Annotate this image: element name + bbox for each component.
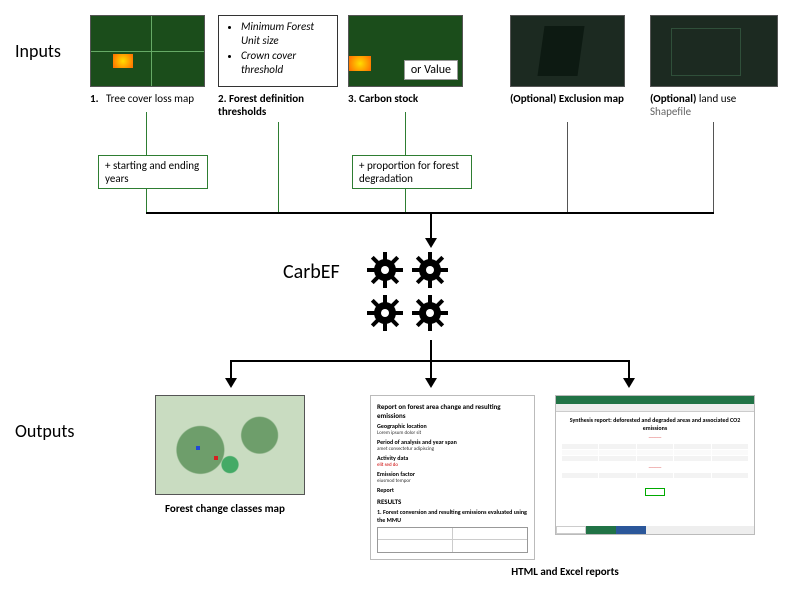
rpt-results: RESULTS xyxy=(377,497,528,506)
out-v-right xyxy=(628,360,630,380)
input-caption-5: (Optional) land use Shapefile xyxy=(650,92,780,118)
rpt-s3: Activity data xyxy=(377,454,528,462)
engine-label: CarbEF xyxy=(283,260,340,284)
below-engine-v xyxy=(430,340,432,360)
outputs-label: Outputs xyxy=(15,420,74,442)
down-to-engine xyxy=(430,212,432,240)
output-thumb-map xyxy=(155,395,305,495)
xl-title: Synthesis report: deforested and degrade… xyxy=(562,416,748,432)
inputs-label: Inputs xyxy=(15,40,61,62)
cap1-title: Tree cover loss map xyxy=(106,92,194,105)
gear-grid xyxy=(360,248,460,342)
cap3-index: 3. xyxy=(348,92,357,105)
rpt-s5: Report xyxy=(377,486,528,494)
rpt-s2: Period of analysis and year span xyxy=(377,438,528,446)
cap4-prefix: (Optional) xyxy=(510,92,556,105)
addbox-years: + starting and ending years xyxy=(98,155,208,189)
cap5-prefix: (Optional) xyxy=(650,92,696,105)
output-thumb-excel: Synthesis report: deforested and degrade… xyxy=(555,395,755,535)
out-arrow-left xyxy=(225,378,237,388)
rpt-l3: elit sed do xyxy=(377,462,528,468)
rpt-r1: 1. Forest conversion and resulting emiss… xyxy=(377,508,528,524)
input-params-box: Minimum Forest Unit size Crown cover thr… xyxy=(218,15,338,87)
arrowhead-engine xyxy=(425,238,437,248)
cap5-sub: Shapefile xyxy=(650,105,691,118)
conn-gray-5 xyxy=(713,122,714,212)
output-caption-2: HTML and Excel reports xyxy=(440,565,690,578)
cap3-title: Carbon stock xyxy=(359,92,418,105)
cap2-title: Forest definition thresholds xyxy=(218,92,304,118)
input-caption-1: 1. Tree cover loss map xyxy=(90,92,220,105)
output-thumb-html: Report on forest area change and resulti… xyxy=(370,395,535,560)
rpt-l2: amet consectetur adipiscing xyxy=(377,446,528,452)
input-thumb-treecover xyxy=(90,15,205,87)
param-crown: Crown cover threshold xyxy=(241,49,329,78)
input-caption-4: (Optional) Exclusion map xyxy=(510,92,630,105)
conn-gray-4 xyxy=(567,122,568,212)
rpt-s1: Geographic location xyxy=(377,422,528,430)
cap4-title: Exclusion map xyxy=(559,92,624,105)
input-thumb-exclusion xyxy=(510,15,625,87)
output-caption-1: Forest change classes map xyxy=(165,502,325,515)
input-thumb-landuse xyxy=(650,15,778,87)
or-value-label: or Value xyxy=(404,60,458,80)
rpt-s4: Emission factor xyxy=(377,470,528,478)
rpt-heading: Report on forest area change and resulti… xyxy=(377,402,528,420)
out-arrow-mid xyxy=(425,378,437,388)
out-v-left xyxy=(230,360,232,380)
cap2-index: 2. xyxy=(218,92,227,105)
out-arrow-right xyxy=(623,378,635,388)
input-caption-3: 3. Carbon stock xyxy=(348,92,478,105)
input-thumb-carbon: or Value xyxy=(348,15,463,87)
addbox-degr: + proportion for forest degradation xyxy=(352,155,472,189)
rpt-l4: eiusmod tempor xyxy=(377,478,528,484)
cap1-index: 1. xyxy=(90,92,99,105)
cap5-title: land use xyxy=(699,92,736,105)
out-v-mid xyxy=(430,360,432,380)
input-caption-2: 2. Forest definition thresholds xyxy=(218,92,338,118)
conn-green-2 xyxy=(278,122,279,212)
rpt-l1: Lorem ipsum dolor sit xyxy=(377,430,528,436)
param-mmu: Minimum Forest Unit size xyxy=(241,20,329,49)
